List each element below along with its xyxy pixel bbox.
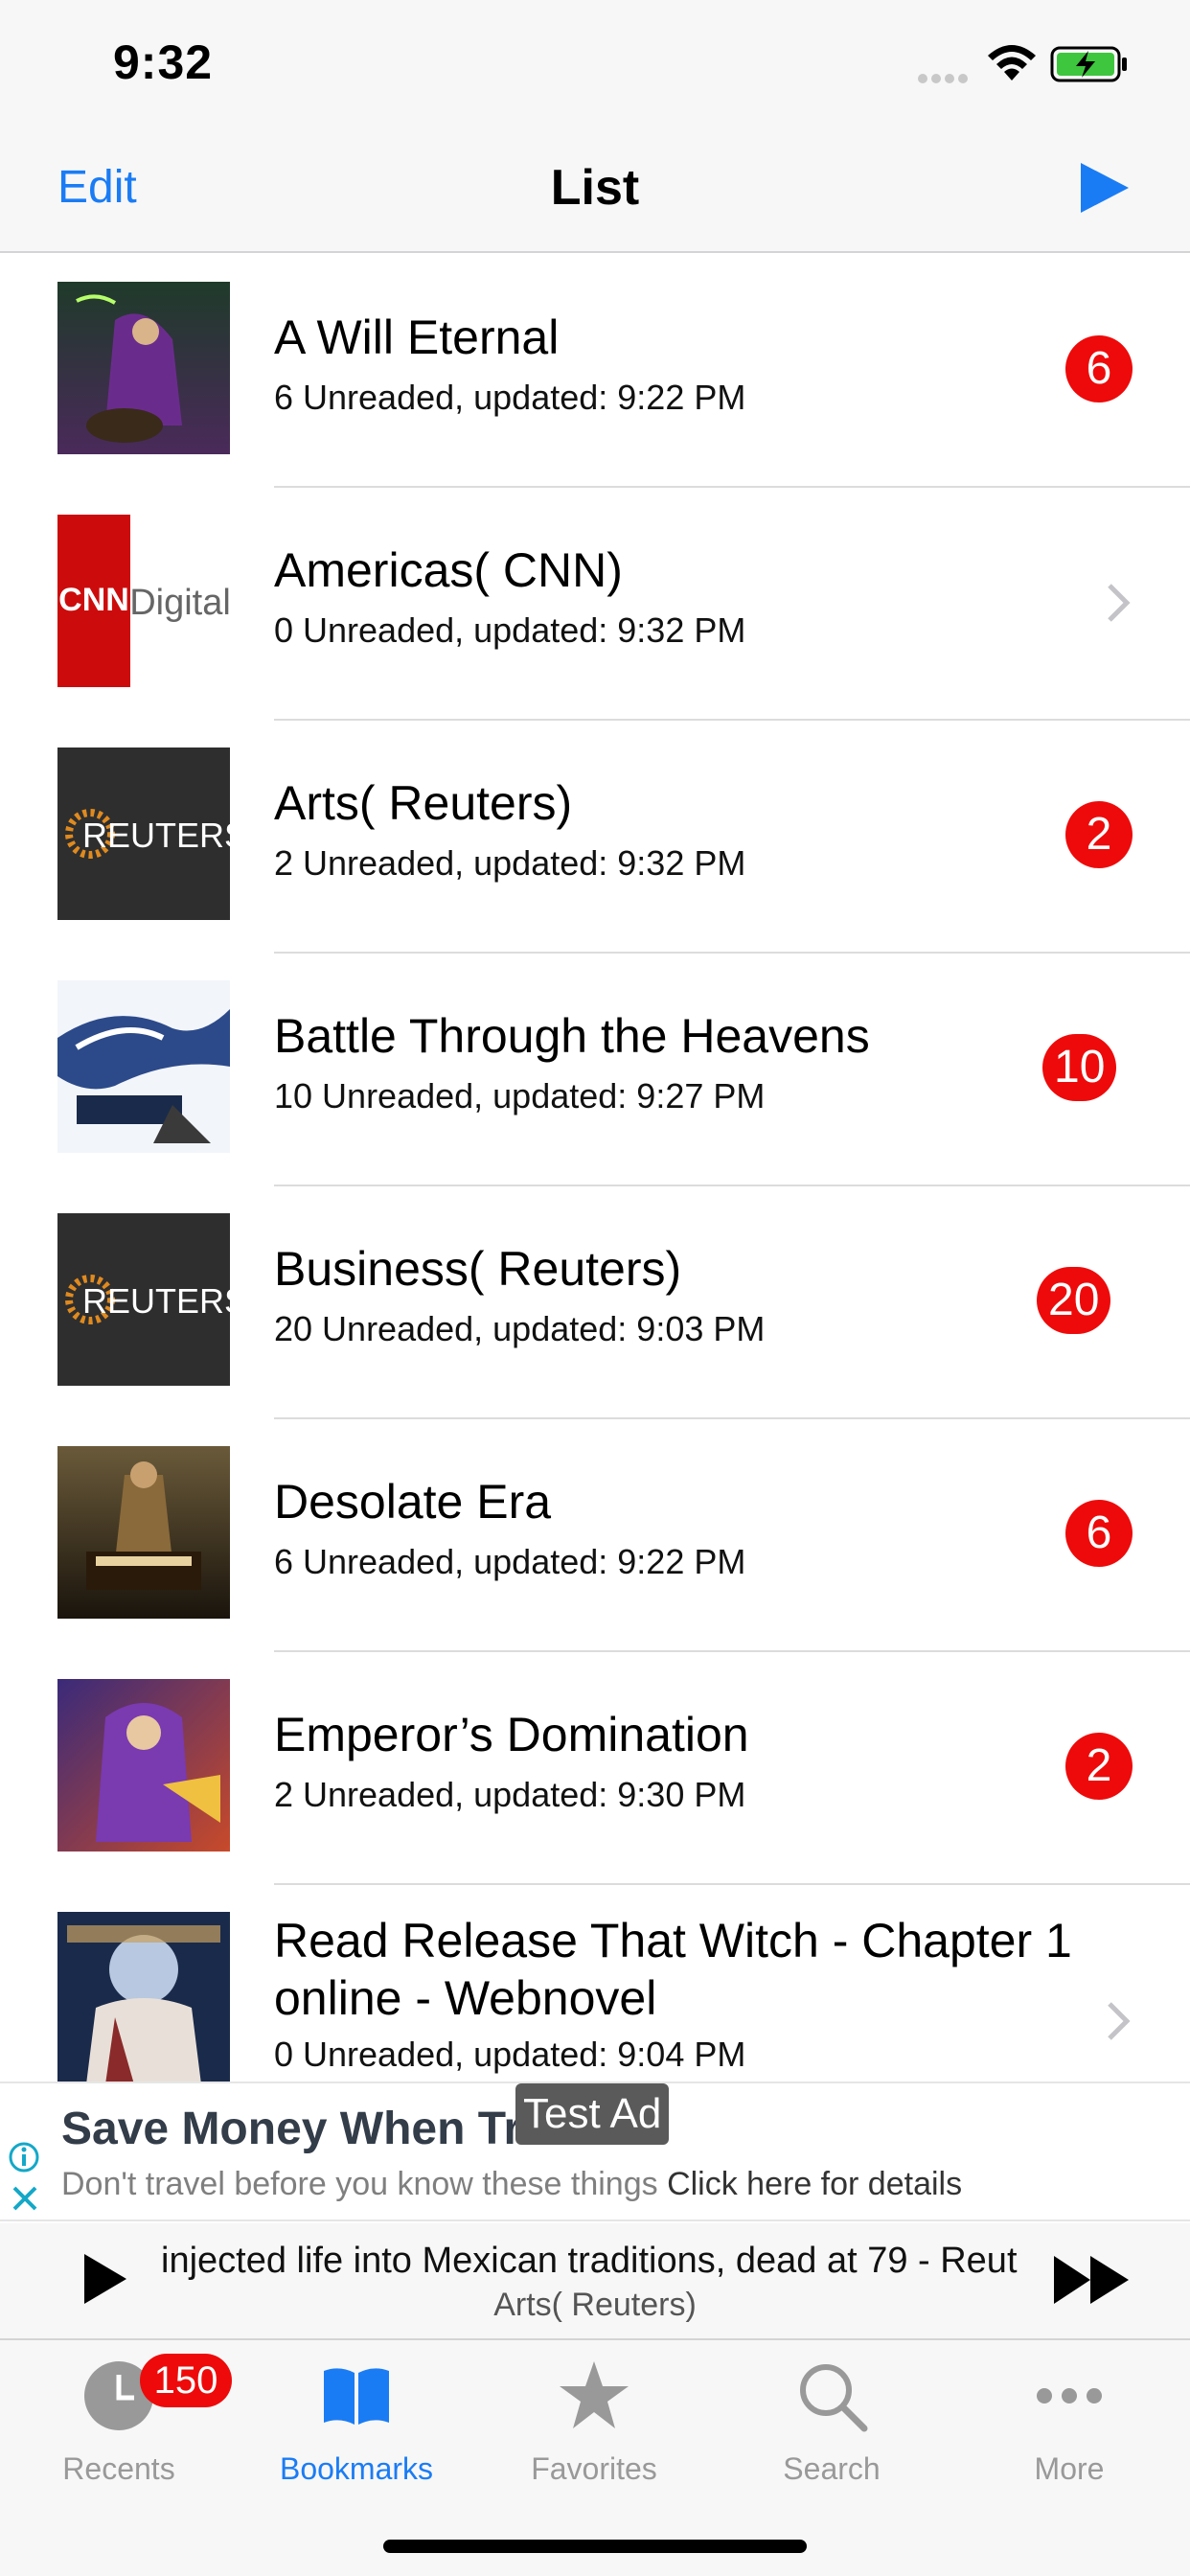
info-icon[interactable]	[8, 2141, 40, 2174]
wifi-icon	[988, 45, 1036, 80]
item-title: Arts( Reuters)	[274, 776, 573, 830]
tab-favorites[interactable]: Favorites	[475, 2356, 713, 2509]
item-title: Read Release That Witch - Chapter 1 onli…	[274, 1914, 1072, 2025]
item-title: Emperor’s Domination	[274, 1708, 749, 1761]
item-subtitle: 2 Unreaded, updated: 9:30 PM	[274, 1775, 746, 1814]
item-title: Business( Reuters)	[274, 1242, 682, 1296]
test-ad-label: Test Ad	[515, 2083, 670, 2145]
cellular-signal-icon	[918, 71, 975, 83]
bookmark-list: A Will Eternal 6 Unreaded, updated: 9:22…	[0, 255, 1190, 2082]
item-subtitle: 0 Unreaded, updated: 9:32 PM	[274, 610, 746, 650]
item-title: A Will Eternal	[274, 310, 560, 364]
list-item[interactable]: REUTERS Arts( Reuters) 2 Unreaded, updat…	[0, 721, 1190, 954]
item-subtitle: 0 Unreaded, updated: 9:04 PM	[274, 2035, 746, 2074]
more-icon	[1037, 2388, 1102, 2404]
tab-label: More	[1034, 2451, 1105, 2486]
list-item[interactable]: Battle Through the Heavens 10 Unreaded, …	[0, 954, 1190, 1186]
item-subtitle: 10 Unreaded, updated: 9:27 PM	[274, 1076, 766, 1116]
item-subtitle: 6 Unreaded, updated: 9:22 PM	[274, 378, 746, 417]
book-icon	[324, 2368, 389, 2425]
list-item[interactable]: Desolate Era 6 Unreaded, updated: 9:22 P…	[0, 1419, 1190, 1652]
chevron-right-icon	[1108, 2002, 1131, 2040]
status-time: 9:32	[113, 35, 214, 89]
reuters-logo-text: REUTERS	[82, 1281, 230, 1321]
cnn-logo-image: CNN Digital	[57, 515, 230, 687]
list-item[interactable]: A Will Eternal 6 Unreaded, updated: 9:22…	[0, 255, 1190, 488]
tab-more[interactable]: More	[950, 2356, 1188, 2509]
battery-charging-icon	[1050, 46, 1127, 82]
item-subtitle: 2 Unreaded, updated: 9:32 PM	[274, 843, 746, 883]
novel-cover-image	[57, 1679, 230, 1852]
unread-badge: 20	[1037, 1267, 1111, 1334]
reuters-logo-text: REUTERS	[82, 816, 230, 855]
list-item[interactable]: REUTERS Business( Reuters) 20 Unreaded, …	[0, 1186, 1190, 1419]
list-item[interactable]: Read Release That Witch - Chapter 1 onli…	[0, 1885, 1190, 2082]
status-bar: 9:32	[0, 0, 1190, 134]
close-icon[interactable]	[10, 2183, 40, 2214]
tab-recents[interactable]: 150 Recents	[0, 2354, 238, 2509]
ad-body-text: Don't travel before you know these thing…	[61, 2166, 668, 2202]
reuters-logo-image: REUTERS	[57, 748, 230, 920]
list-item[interactable]: Emperor’s Domination 2 Unreaded, updated…	[0, 1652, 1190, 1885]
item-title: Battle Through the Heavens	[274, 1009, 870, 1063]
reuters-logo-image: REUTERS	[57, 1213, 230, 1386]
tab-bookmarks[interactable]: Bookmarks	[238, 2356, 475, 2509]
novel-cover-image	[57, 980, 230, 1153]
fast-forward-icon[interactable]	[1052, 2254, 1131, 2306]
star-icon	[560, 2361, 629, 2428]
tab-label: Favorites	[531, 2451, 657, 2486]
page-title: List	[550, 160, 640, 216]
unread-badge: 6	[1065, 335, 1133, 402]
play-icon[interactable]	[1077, 159, 1133, 217]
tab-label: Bookmarks	[279, 2451, 434, 2486]
tab-label: Search	[783, 2451, 881, 2486]
ad-banner[interactable]: Save Money When Tra Test Ad Don't travel…	[0, 2082, 1190, 2221]
tab-label: Recents	[62, 2451, 175, 2486]
now-playing-source: Arts( Reuters)	[493, 2287, 697, 2323]
ad-body[interactable]: Don't travel before you know these thing…	[61, 2166, 962, 2203]
item-subtitle: 6 Unreaded, updated: 9:22 PM	[274, 1542, 746, 1581]
cnn-logo-text: CNN	[58, 582, 129, 618]
unread-badge: 10	[1042, 1034, 1117, 1101]
recents-badge: 150	[140, 2354, 232, 2407]
novel-cover-image	[57, 282, 230, 454]
home-indicator	[383, 2540, 807, 2553]
unread-badge: 2	[1065, 801, 1133, 868]
ad-cta-link[interactable]: Click here for details	[667, 2166, 962, 2202]
chevron-right-icon	[1108, 584, 1131, 622]
item-title: Desolate Era	[274, 1475, 552, 1529]
tab-search[interactable]: Search	[713, 2356, 950, 2509]
list-item[interactable]: CNN Digital Americas( CNN) 0 Unreaded, u…	[0, 488, 1190, 721]
unread-badge: 2	[1065, 1733, 1133, 1800]
novel-cover-image	[57, 1446, 230, 1619]
item-subtitle: 20 Unreaded, updated: 9:03 PM	[274, 1309, 766, 1348]
search-icon	[800, 2364, 868, 2432]
novel-cover-image	[57, 1912, 230, 2082]
now-playing-title: injected life into Mexican traditions, d…	[161, 2241, 1018, 2281]
digital-logo-text: Digital	[129, 583, 230, 623]
unread-badge: 6	[1065, 1500, 1133, 1567]
mini-player[interactable]: injected life into Mexican traditions, d…	[0, 2223, 1190, 2338]
navigation-bar: Edit List	[0, 134, 1190, 253]
ad-headline[interactable]: Save Money When Tra	[61, 2103, 547, 2155]
item-title: Americas( CNN)	[274, 543, 623, 597]
